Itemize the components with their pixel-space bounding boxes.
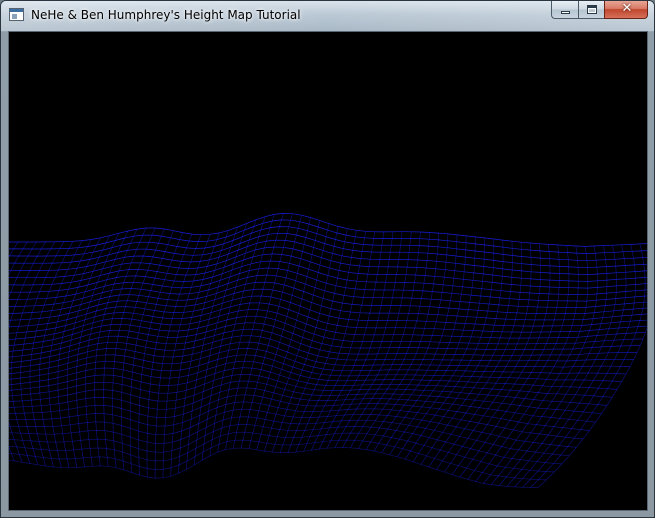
- terrain-grid-line: [256, 220, 321, 450]
- close-icon: ✕: [621, 1, 633, 16]
- terrain-grid-line: [162, 234, 211, 478]
- window-title: NeHe & Ben Humphrey's Height Map Tutoria…: [31, 8, 301, 22]
- terrain-grid-line: [9, 348, 627, 375]
- terrain-grid-line: [9, 447, 539, 488]
- terrain-grid-line: [48, 239, 92, 468]
- terrain-grid-line: [248, 217, 312, 449]
- terrain-grid-line: [9, 322, 641, 352]
- caption-buttons: ✕: [551, 1, 648, 20]
- terrain-grid-line: [9, 328, 638, 358]
- terrain-grid-line: [201, 219, 257, 461]
- icon-pane: [12, 14, 17, 19]
- terrain-grid-line: [20, 241, 65, 465]
- minimize-icon: [561, 11, 570, 14]
- terrain-grid-line: [10, 241, 56, 464]
- terrain-wireframe: [9, 213, 647, 488]
- title-bar[interactable]: NeHe & Ben Humphrey's Height Map Tutoria…: [1, 1, 654, 31]
- terrain-grid-line: [522, 244, 636, 488]
- maximize-button[interactable]: [578, 1, 604, 19]
- close-button[interactable]: ✕: [604, 1, 648, 19]
- minimize-button[interactable]: [551, 1, 578, 19]
- opengl-viewport[interactable]: [8, 31, 648, 511]
- application-window-icon[interactable]: [9, 8, 24, 21]
- maximize-icon: [587, 5, 597, 14]
- terrain-grid-line: [9, 315, 644, 346]
- icon-title-strip: [10, 9, 23, 12]
- terrain-grid-line: [9, 354, 622, 382]
- app-window: NeHe & Ben Humphrey's Height Map Tutoria…: [0, 0, 655, 518]
- terrain-grid-line: [9, 408, 577, 448]
- terrain-grid-line: [436, 242, 532, 470]
- terrain-grid-line: [9, 232, 647, 269]
- terrain-grid-line: [9, 241, 46, 463]
- terrain-grid-line: [9, 213, 647, 247]
